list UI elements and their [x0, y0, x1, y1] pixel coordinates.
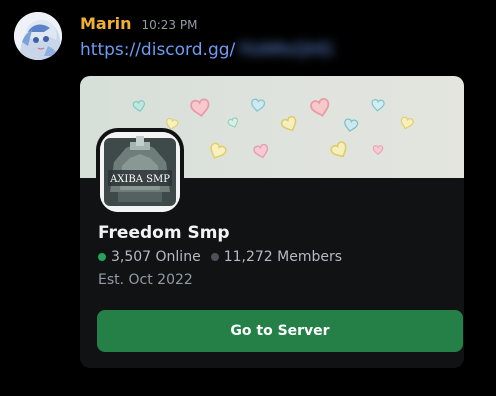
castle-icon: AXIBA SMP — [100, 132, 180, 212]
message-header: Marin 10:23 PM — [80, 14, 197, 33]
go-to-server-button[interactable]: Go to Server — [97, 310, 463, 352]
message-content: https://discord.gg/ YkAMxQHG — [80, 40, 333, 60]
members-status-dot-icon — [210, 253, 219, 261]
online-status-dot-icon — [98, 253, 106, 261]
chat-message: Marin 10:23 PM https://discord.gg/ YkAMx… — [0, 0, 496, 396]
invite-link[interactable]: https://discord.gg/ — [80, 40, 235, 60]
server-invite-card: AXIBA SMP Freedom Smp 3,507 Online 11,27… — [80, 76, 464, 368]
server-stats: 3,507 Online 11,272 Members — [98, 249, 342, 265]
online-count: 3,507 Online — [111, 249, 201, 265]
username[interactable]: Marin — [80, 14, 131, 33]
established-date: Est. Oct 2022 — [98, 272, 193, 288]
timestamp: 10:23 PM — [141, 18, 198, 32]
server-icon[interactable]: AXIBA SMP — [96, 128, 184, 216]
server-name[interactable]: Freedom Smp — [98, 223, 230, 243]
server-icon-text: AXIBA SMP — [109, 174, 170, 185]
server-icon-image: AXIBA SMP — [100, 132, 180, 212]
avatar[interactable] — [14, 12, 62, 60]
invite-code-blurred[interactable]: YkAMxQHG — [237, 40, 333, 60]
member-count: 11,272 Members — [223, 249, 343, 265]
user-avatar-icon — [14, 12, 62, 60]
